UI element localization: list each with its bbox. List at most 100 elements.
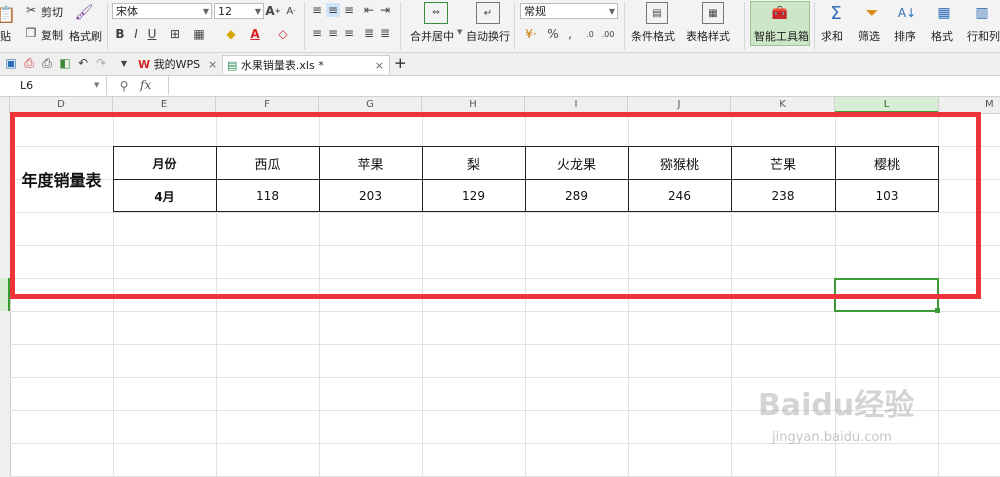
cut-button[interactable]: 剪切 — [41, 4, 63, 20]
wrap-text-button[interactable]: 自动换行 — [466, 28, 510, 44]
font-color-icon[interactable]: A — [248, 26, 262, 42]
conditional-format-button[interactable]: 条件格式 — [631, 28, 675, 44]
rows-cols-button[interactable]: 行和列 — [967, 28, 1000, 44]
justify-icon[interactable]: ≣ — [362, 26, 376, 40]
format-button[interactable]: 格式 — [931, 28, 953, 44]
column-header-I[interactable]: I — [525, 97, 628, 113]
comma-icon[interactable]: , — [564, 26, 576, 42]
column-header-H[interactable]: H — [422, 97, 525, 113]
chevron-down-icon[interactable]: ▼ — [94, 81, 99, 89]
toolbox-icon: 🧰 — [771, 5, 789, 21]
row-header-active[interactable] — [0, 278, 10, 311]
wrap-text-icon[interactable]: ↵ — [476, 2, 500, 24]
borders-icon[interactable]: ⊞ — [168, 26, 182, 42]
print-icon[interactable]: ⎙ — [40, 56, 54, 70]
tab-bar: ▣ ⎙ ⎙ ◧ ↶ ↷ ▼ W 我的WPS × ▤ 水果销量表.xls * × … — [0, 53, 1000, 76]
function-icon[interactable]: fx — [140, 78, 151, 92]
undo-icon[interactable]: ↶ — [76, 56, 90, 70]
distributed-icon[interactable]: ≣ — [378, 26, 392, 40]
ribbon-toolbar: 📋 贴 ✂ 剪切 ❐ 复制 🖌 格式刷 宋体 ▼ 12 ▼ A + A- B I U … — [0, 0, 1000, 53]
bold-icon[interactable]: B — [114, 26, 126, 42]
format-painter-button[interactable]: 格式刷 — [69, 28, 102, 44]
column-header-J[interactable]: J — [628, 97, 731, 113]
increase-decimal-icon[interactable]: .0 — [582, 26, 598, 42]
fill-color-icon[interactable]: ◆ — [224, 26, 238, 42]
formula-bar: L6 ▼ ⚲ fx — [0, 76, 1000, 97]
fill-handle[interactable] — [935, 308, 940, 313]
column-header-D[interactable]: D — [10, 97, 113, 113]
align-top-icon[interactable]: ≡ — [310, 3, 324, 17]
table-style-icon[interactable]: ▦ — [702, 2, 724, 24]
clear-format-icon[interactable]: ◇ — [276, 26, 290, 42]
tab-my-wps[interactable]: W 我的WPS × — [138, 55, 220, 74]
number-format-select[interactable]: 常规 ▼ — [520, 3, 618, 19]
column-header-L[interactable]: L — [835, 97, 939, 113]
sort-button[interactable]: 排序 — [894, 28, 916, 44]
chevron-down-icon: ▼ — [202, 7, 209, 16]
copy-button[interactable]: 复制 — [41, 27, 63, 43]
chevron-down-icon[interactable]: ▼ — [457, 28, 462, 36]
name-box[interactable]: L6 ▼ — [0, 76, 107, 95]
increase-font-icon[interactable]: A + — [265, 3, 280, 19]
chevron-down-icon: ▼ — [254, 7, 261, 16]
chevron-down-icon[interactable]: ▼ — [118, 57, 130, 69]
close-icon[interactable]: × — [375, 56, 384, 75]
cell-style-icon[interactable]: ▦ — [192, 26, 206, 42]
redo-icon[interactable]: ↷ — [94, 56, 108, 70]
align-center-icon[interactable]: ≡ — [326, 26, 340, 40]
scissors-icon[interactable]: ✂ — [24, 3, 38, 17]
table-style-button[interactable]: 表格样式 — [686, 28, 730, 44]
tab-document-label: 水果销量表.xls * — [240, 59, 324, 72]
copy-icon[interactable]: ❐ — [24, 26, 38, 40]
print-preview-icon[interactable]: ◧ — [58, 56, 72, 70]
font-name-value: 宋体 — [116, 5, 138, 18]
sum-button[interactable]: 求和 — [821, 28, 843, 44]
paste-icon[interactable]: 📋 — [0, 2, 16, 26]
decrease-decimal-icon[interactable]: .00 — [600, 26, 616, 42]
smart-toolbox-button[interactable]: 🧰 智能工具箱 — [750, 1, 810, 46]
format-icon[interactable]: ▦ — [934, 2, 954, 24]
font-name-select[interactable]: 宋体 ▼ — [112, 3, 212, 19]
align-right-icon[interactable]: ≡ — [342, 26, 356, 40]
new-tab-button[interactable]: + — [394, 55, 408, 74]
watermark-brand: Baidu经验 — [758, 388, 915, 423]
merge-center-button[interactable]: 合并居中 — [410, 28, 454, 44]
font-size-select[interactable]: 12 ▼ — [214, 3, 264, 19]
paste-button[interactable]: 贴 — [0, 28, 11, 44]
indent-increase-icon[interactable]: ⇥ — [378, 3, 392, 17]
formula-input[interactable] — [168, 76, 1000, 95]
align-bottom-icon[interactable]: ≡ — [342, 3, 356, 17]
font-size-value: 12 — [218, 5, 232, 18]
column-header-M[interactable]: M — [939, 97, 1000, 113]
align-middle-icon[interactable]: ≡ — [326, 3, 340, 17]
format-painter-icon[interactable]: 🖌 — [74, 2, 94, 22]
underline-icon[interactable]: U — [146, 26, 158, 42]
rows-cols-icon[interactable]: ▥ — [972, 2, 992, 24]
close-icon[interactable]: × — [208, 55, 217, 74]
column-header-G[interactable]: G — [319, 97, 422, 113]
filter-button[interactable]: 筛选 — [858, 28, 880, 44]
column-header-E[interactable]: E — [113, 97, 216, 113]
select-all-corner[interactable] — [0, 97, 10, 113]
tab-document[interactable]: ▤ 水果销量表.xls * × — [222, 55, 390, 74]
column-header-K[interactable]: K — [731, 97, 835, 113]
sort-icon[interactable]: A↓ — [897, 2, 917, 24]
save-icon[interactable]: ▣ — [4, 56, 18, 70]
decrease-font-icon[interactable]: A- — [284, 3, 298, 19]
currency-icon[interactable]: ¥· — [520, 26, 542, 42]
align-left-icon[interactable]: ≡ — [310, 26, 324, 40]
spreadsheet-icon: ▤ — [227, 59, 238, 72]
merge-center-icon[interactable]: ⇔ — [424, 2, 448, 24]
highlight-rectangle — [10, 112, 981, 299]
percent-icon[interactable]: % — [546, 26, 560, 42]
column-header-F[interactable]: F — [216, 97, 319, 113]
export-pdf-icon[interactable]: ⎙ — [22, 56, 36, 70]
italic-icon[interactable]: I — [130, 26, 142, 42]
filter-icon[interactable]: ⏷ — [862, 2, 882, 24]
indent-decrease-icon[interactable]: ⇤ — [362, 3, 376, 17]
conditional-format-icon[interactable]: ▤ — [646, 2, 668, 24]
wps-logo-icon: W — [138, 58, 151, 71]
number-format-value: 常规 — [524, 5, 546, 18]
zoom-icon[interactable]: ⚲ — [116, 78, 132, 94]
sum-icon[interactable]: Σ — [826, 2, 846, 24]
